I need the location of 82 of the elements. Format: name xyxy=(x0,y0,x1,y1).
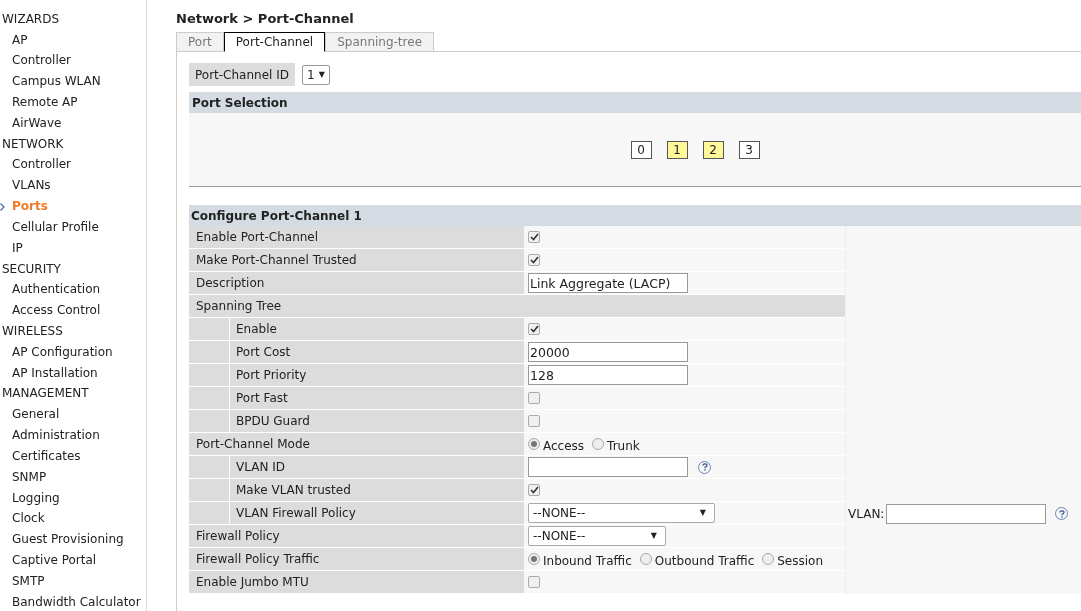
text-field[interactable]: 20000 xyxy=(528,342,688,362)
field-label: Enable Jumbo MTU xyxy=(189,571,524,593)
text-field[interactable] xyxy=(886,503,1047,524)
field-label: Port-Channel Mode xyxy=(189,433,524,455)
field-label: Make Port-Channel Trusted xyxy=(189,249,524,271)
radio-label[interactable]: Inbound Traffic xyxy=(543,548,632,570)
sidebar-item[interactable]: Administration xyxy=(12,427,100,442)
field-label: Port Priority xyxy=(230,364,524,386)
text-field[interactable]: 128 xyxy=(528,365,688,385)
sidebar-item[interactable]: Controller xyxy=(12,53,72,68)
sidebar-item[interactable]: Remote AP xyxy=(12,95,78,110)
field-label: Port Cost xyxy=(230,341,524,363)
checkbox[interactable] xyxy=(528,415,540,427)
radio-button[interactable] xyxy=(639,553,652,565)
port-button[interactable]: 3 xyxy=(738,140,760,159)
sidebar-item[interactable]: VLANs xyxy=(12,178,51,193)
sidebar-item[interactable]: IP xyxy=(12,241,23,255)
field-label: VLAN ID xyxy=(230,456,524,478)
radio-label[interactable]: Session xyxy=(777,548,824,570)
field-label: Firewall Policy Traffic xyxy=(189,548,524,570)
port-button[interactable]: 0 xyxy=(630,140,652,159)
field-label: VLAN: xyxy=(848,505,885,523)
field-label: Enable Port-Channel xyxy=(189,226,524,248)
policy-select[interactable]: --NONE-- ▼ xyxy=(528,526,666,546)
section-header: Port Selection xyxy=(189,92,1081,113)
sidebar-heading: NETWORK xyxy=(1,135,65,153)
field-label: Description xyxy=(189,272,524,294)
field-label: BPDU Guard xyxy=(230,410,524,432)
sidebar-item[interactable]: Certificates xyxy=(12,448,81,463)
sidebar-item[interactable]: AP xyxy=(12,32,28,47)
radio-button[interactable] xyxy=(592,438,605,450)
sidebar-heading: MANAGEMENT xyxy=(1,385,90,403)
checkbox[interactable] xyxy=(528,231,540,243)
radio-button[interactable] xyxy=(528,553,540,565)
field-label: VLAN Firewall Policy xyxy=(230,502,524,524)
sidebar-item[interactable]: AP Installation xyxy=(12,365,98,380)
tab[interactable]: Port-Channel xyxy=(223,32,326,52)
field-label: Port Fast xyxy=(230,387,524,409)
checkbox[interactable] xyxy=(528,392,540,404)
text-field[interactable]: Link Aggregate (LACP) xyxy=(528,273,688,293)
section-label: Spanning Tree xyxy=(189,295,845,317)
checkbox[interactable] xyxy=(528,484,540,496)
id-select[interactable]: 1 ▼ xyxy=(302,64,330,85)
field-label: Make VLAN trusted xyxy=(230,479,524,501)
port-button[interactable]: 2 xyxy=(702,140,724,159)
sidebar-item[interactable]: SNMP xyxy=(12,469,47,484)
checkbox[interactable] xyxy=(528,323,540,335)
policy-select[interactable]: --NONE-- ▼ xyxy=(528,503,715,523)
port-button[interactable]: 1 xyxy=(666,140,688,159)
tab[interactable]: Port xyxy=(176,32,224,51)
sidebar-item[interactable]: Logging xyxy=(12,490,60,505)
sidebar-item[interactable]: Access Control xyxy=(12,303,101,318)
sidebar-item[interactable]: Controller xyxy=(12,157,72,172)
sidebar-item[interactable]: Guest Provisioning xyxy=(12,532,124,547)
radio-label[interactable]: Outbound Traffic xyxy=(654,548,755,570)
section-header: Configure Port-Channel 1 xyxy=(189,205,1081,226)
field-label: Firewall Policy xyxy=(189,525,524,547)
sidebar-item[interactable]: Campus WLAN xyxy=(12,74,101,89)
checkbox[interactable] xyxy=(528,254,540,266)
sidebar-item[interactable]: Captive Portal xyxy=(12,553,97,568)
chevron-icon xyxy=(0,203,5,212)
sidebar-heading: WIRELESS xyxy=(1,323,64,341)
sidebar-item[interactable]: Clock xyxy=(12,511,45,526)
text-field[interactable] xyxy=(528,457,688,477)
sidebar-item[interactable]: AirWave xyxy=(12,116,62,131)
radio-label[interactable]: Trunk xyxy=(607,433,640,455)
checkbox[interactable] xyxy=(528,576,540,588)
page-title: Network > Port-Channel xyxy=(176,10,354,28)
sidebar-item[interactable]: Authentication xyxy=(12,282,101,297)
tab[interactable]: Spanning-tree xyxy=(325,32,434,51)
radio-label[interactable]: Access xyxy=(543,433,585,455)
radio-button[interactable] xyxy=(762,553,775,565)
radio-button[interactable] xyxy=(528,438,540,450)
field-label: Enable xyxy=(230,318,524,340)
sidebar-item[interactable]: General xyxy=(12,406,60,421)
sidebar-heading: WIZARDS xyxy=(1,11,61,28)
sidebar-item[interactable]: SMTP xyxy=(12,574,45,589)
sidebar-item[interactable]: AP Configuration xyxy=(12,344,113,359)
sidebar-item[interactable]: Bandwidth Calculator xyxy=(12,595,141,609)
sidebar-item[interactable]: Cellular Profile xyxy=(12,220,99,235)
field-label: Port-Channel ID xyxy=(189,63,295,86)
sidebar-heading: SECURITY xyxy=(1,260,62,278)
